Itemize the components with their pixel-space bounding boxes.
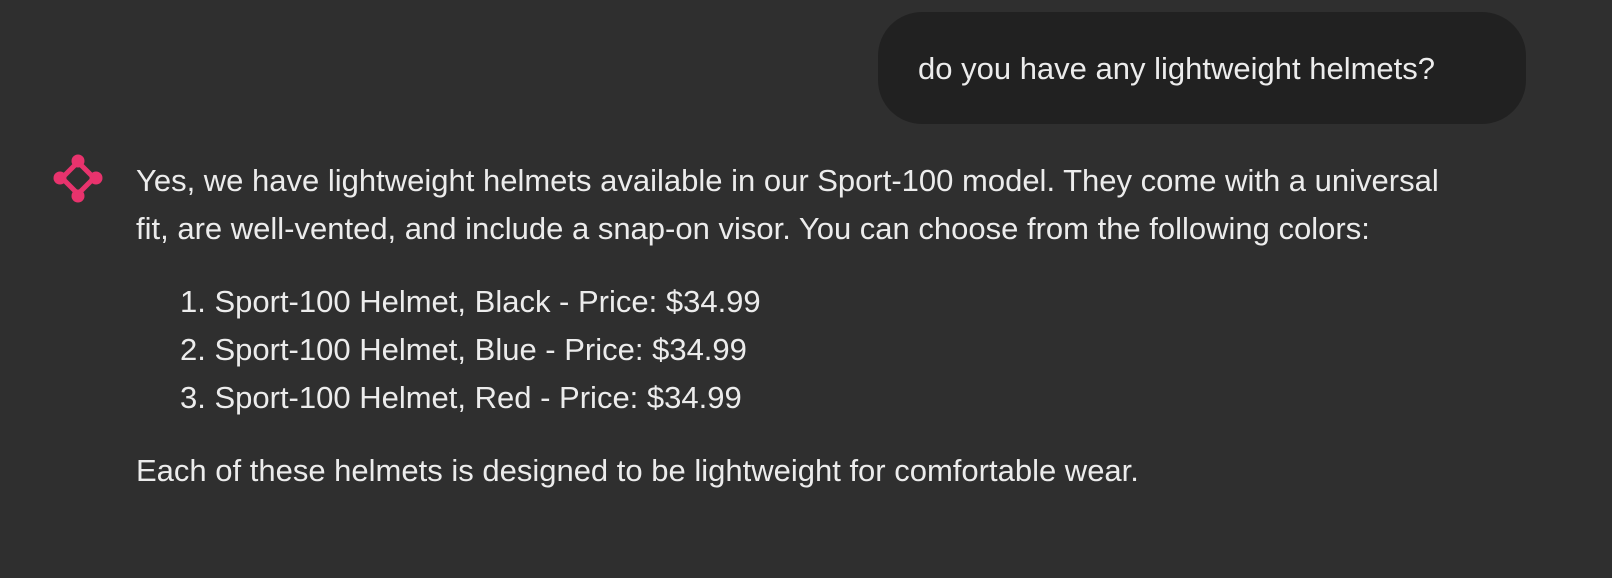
assistant-message: Yes, we have lightweight helmets availab… <box>136 157 1476 495</box>
user-message-bubble: do you have any lightweight helmets? <box>878 12 1526 124</box>
chat-thread: do you have any lightweight helmets? Yes… <box>0 0 1612 578</box>
helmet-options-list: 1. Sport-100 Helmet, Black - Price: $34.… <box>136 278 1476 422</box>
list-item: 2. Sport-100 Helmet, Blue - Price: $34.9… <box>180 332 747 367</box>
user-message-text: do you have any lightweight helmets? <box>918 50 1435 86</box>
list-item: 3. Sport-100 Helmet, Red - Price: $34.99 <box>180 380 742 415</box>
list-item: 1. Sport-100 Helmet, Black - Price: $34.… <box>180 284 761 319</box>
assistant-intro-text: Yes, we have lightweight helmets availab… <box>136 163 1439 246</box>
assistant-closing-text: Each of these helmets is designed to be … <box>136 453 1139 488</box>
sparkle-logo-icon <box>52 153 104 205</box>
assistant-logo-graphic <box>53 154 103 203</box>
